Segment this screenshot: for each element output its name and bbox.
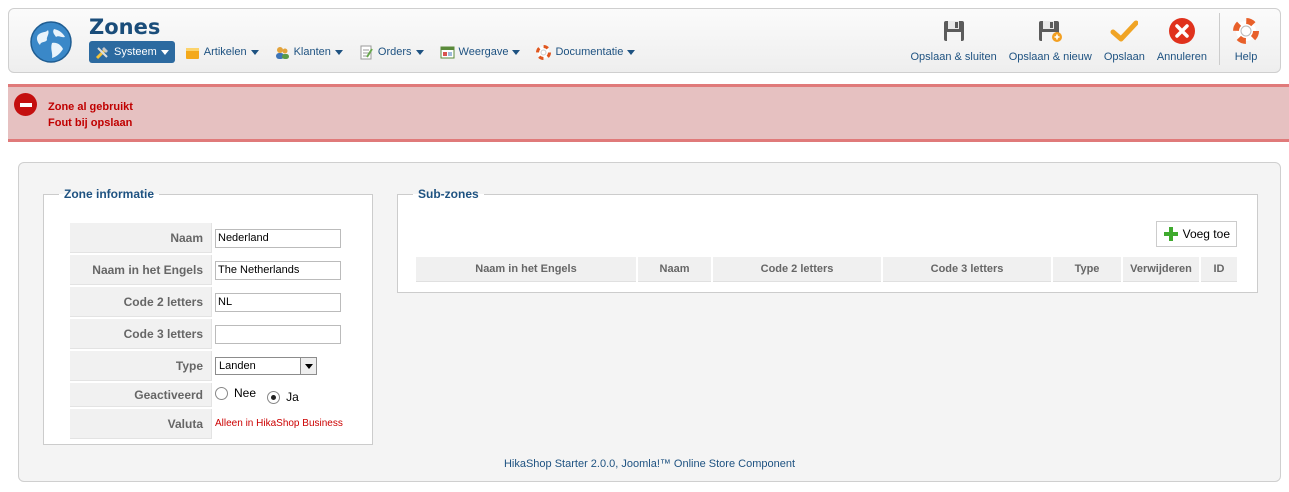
- chevron-down-icon: [627, 49, 636, 55]
- menu-label: Documentatie: [555, 46, 624, 58]
- column-header[interactable]: Code 3 letters: [882, 257, 1053, 282]
- menu-label: Artikelen: [203, 46, 247, 58]
- help-label: Help: [1234, 51, 1258, 63]
- column-header[interactable]: Naam in het Engels: [416, 257, 638, 282]
- menu-klanten[interactable]: Klanten: [269, 41, 349, 63]
- currency-label: Valuta: [70, 409, 212, 439]
- active-no-radio[interactable]: Nee: [215, 386, 256, 400]
- menu-artikelen[interactable]: Artikelen: [179, 41, 265, 63]
- add-subzone-label: Voeg toe: [1182, 227, 1230, 241]
- zone-info-legend: Zone informatie: [64, 187, 155, 201]
- lifebuoy-icon: [536, 44, 552, 60]
- currency-note: Alleen in HikaShop Business: [215, 418, 343, 429]
- header-bar: Zones Systeem Artikelen Klanten Orders W…: [8, 8, 1281, 73]
- code3-input[interactable]: [215, 324, 341, 344]
- toolbar-divider: [1219, 13, 1220, 65]
- globe-icon: [30, 21, 72, 63]
- chevron-down-icon: [250, 49, 259, 55]
- menu-label: Klanten: [293, 46, 331, 58]
- floppy-icon: [943, 21, 964, 41]
- menu-label: Orders: [377, 46, 412, 58]
- sub-zones-legend: Sub-zones: [418, 187, 479, 201]
- add-subzone-button[interactable]: Voeg toe: [1155, 221, 1237, 247]
- help-lifebuoy-icon: [1233, 18, 1259, 44]
- column-header[interactable]: Code 2 letters: [712, 257, 883, 282]
- orders-icon: [360, 45, 373, 59]
- active-yes-radio[interactable]: Ja: [267, 390, 299, 404]
- save-close-button[interactable]: Opslaan & sluiten: [904, 13, 1002, 63]
- column-header[interactable]: Type: [1052, 257, 1123, 282]
- error-message: Zone al gebruikt: [48, 101, 133, 113]
- error-message: Fout bij opslaan: [48, 117, 133, 129]
- sub-zones-fieldset: Sub-zones Voeg toe Naam in het Engels Na…: [397, 187, 1258, 293]
- dropdown-arrow-icon: [300, 358, 316, 374]
- code2-input[interactable]: [215, 292, 341, 312]
- column-header[interactable]: Naam: [637, 257, 713, 282]
- name-input[interactable]: [215, 228, 341, 248]
- cancel-icon: [1168, 18, 1195, 44]
- toolbar: Opslaan & sluiten Opslaan & nieuw Opslaa…: [904, 13, 1266, 69]
- main-menu: Systeem Artikelen Klanten Orders Weergav…: [89, 41, 645, 63]
- chevron-down-icon: [415, 49, 424, 55]
- active-label: Geactiveerd: [70, 383, 212, 407]
- sub-zones-table: Naam in het Engels Naam Code 2 letters C…: [416, 257, 1239, 282]
- cancel-button[interactable]: Annuleren: [1151, 13, 1213, 63]
- box-icon: [185, 47, 199, 59]
- tools-icon: [95, 46, 108, 59]
- save-button[interactable]: Opslaan: [1098, 13, 1151, 63]
- menu-orders[interactable]: Orders: [353, 41, 430, 63]
- name-en-input[interactable]: [215, 260, 341, 280]
- zone-info-fieldset: Zone informatie Naam Naam in het Engels …: [43, 187, 373, 445]
- name-label: Naam: [70, 223, 212, 253]
- error-message-box: Zone al gebruikt Fout bij opslaan: [8, 84, 1289, 142]
- save-new-label: Opslaan & nieuw: [1008, 51, 1092, 63]
- page-title: Zones: [89, 15, 161, 39]
- radio-label: Ja: [286, 390, 299, 404]
- users-icon: [275, 46, 289, 59]
- help-button[interactable]: Help: [1226, 13, 1266, 63]
- chevron-down-icon: [334, 49, 343, 55]
- plus-icon: [1163, 227, 1178, 241]
- save-close-label: Opslaan & sluiten: [910, 51, 997, 63]
- error-icon: [14, 93, 37, 116]
- checkmark-icon: [1110, 20, 1139, 42]
- menu-systeem[interactable]: Systeem: [89, 41, 175, 63]
- name-en-label: Naam in het Engels: [70, 255, 212, 285]
- menu-label: Systeem: [114, 46, 157, 58]
- type-label: Type: [70, 351, 212, 381]
- radio-icon: [215, 386, 228, 400]
- floppy-plus-icon: [1039, 21, 1063, 42]
- code3-label: Code 3 letters: [70, 319, 212, 349]
- radio-label: Nee: [234, 386, 257, 400]
- code2-label: Code 2 letters: [70, 287, 212, 317]
- menu-weergave[interactable]: Weergave: [434, 41, 527, 63]
- chevron-down-icon: [160, 49, 169, 55]
- display-icon: [440, 46, 455, 58]
- save-label: Opslaan: [1103, 51, 1145, 63]
- footer-credit: HikaShop Starter 2.0.0, Joomla!™ Online …: [503, 458, 796, 470]
- radio-selected-icon: [267, 390, 281, 404]
- cancel-label: Annuleren: [1156, 51, 1207, 63]
- type-select-value: Landen: [219, 360, 256, 372]
- menu-documentatie[interactable]: Documentatie: [530, 41, 641, 63]
- zone-form: Naam Naam in het Engels Code 2 letters C…: [70, 221, 352, 441]
- column-header[interactable]: ID: [1200, 257, 1239, 282]
- save-new-button[interactable]: Opslaan & nieuw: [1003, 13, 1098, 63]
- type-select[interactable]: Landen: [215, 357, 317, 375]
- menu-label: Weergave: [458, 46, 509, 58]
- column-header[interactable]: Verwijderen: [1122, 257, 1201, 282]
- chevron-down-icon: [512, 49, 521, 55]
- main-panel: Zone informatie Naam Naam in het Engels …: [18, 162, 1281, 482]
